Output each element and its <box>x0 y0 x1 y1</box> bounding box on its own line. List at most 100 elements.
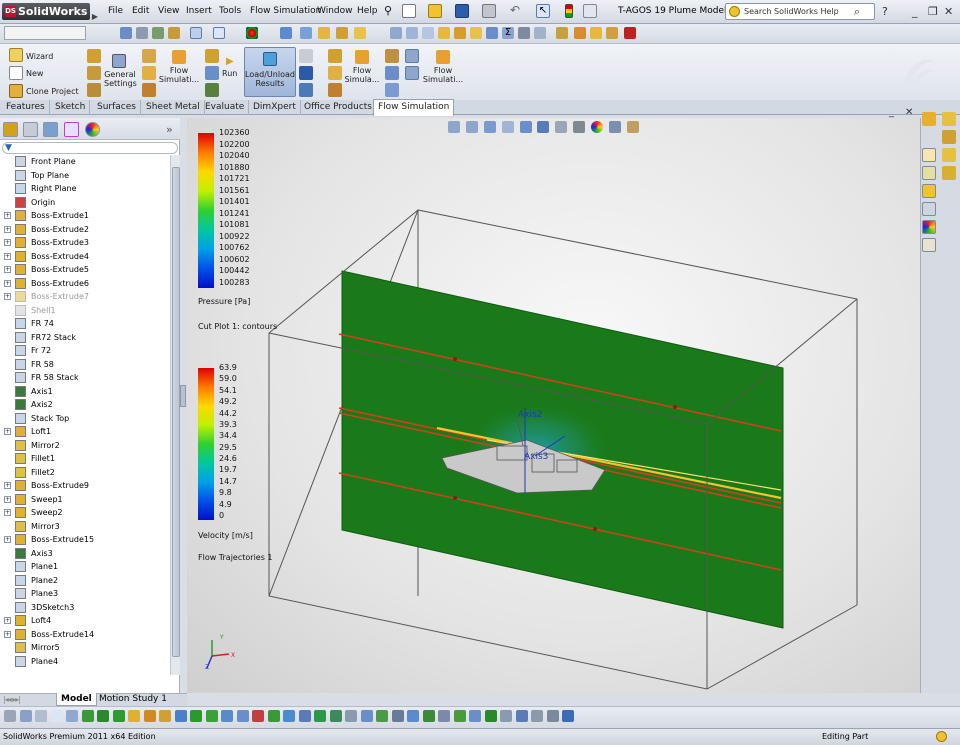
toolbar-icon-10[interactable] <box>336 27 348 39</box>
toolbar-icon-20[interactable] <box>518 27 530 39</box>
tree-item[interactable]: Origin <box>0 196 170 209</box>
sketch-tool-icon[interactable] <box>453 710 466 722</box>
tree-item[interactable]: + Boss-Extrude9 <box>0 479 170 492</box>
flow-tool-icon-8[interactable] <box>205 66 219 80</box>
tab-model[interactable]: Model <box>56 693 97 706</box>
tree-item[interactable]: Top Plane <box>0 169 170 182</box>
tree-item[interactable]: + Loft4 <box>0 614 170 627</box>
select-icon[interactable] <box>213 27 225 39</box>
toolbar-icon-16[interactable] <box>454 27 466 39</box>
wizard-icon[interactable] <box>9 48 23 62</box>
sketch-tool-icon[interactable] <box>515 710 528 722</box>
taskpane-tab-icon-3[interactable] <box>942 130 956 144</box>
tree-item[interactable]: Mirror2 <box>0 439 170 452</box>
expand-toggle-icon[interactable]: + <box>4 630 11 638</box>
sketch-tool-icon[interactable] <box>159 710 171 722</box>
sketch-tool-icon[interactable] <box>562 710 574 722</box>
tree-item[interactable]: + Boss-Extrude1 <box>0 209 170 222</box>
general-settings-icon[interactable] <box>112 54 126 68</box>
flow-tool-icon-15[interactable] <box>328 83 342 97</box>
home-icon[interactable] <box>922 148 936 162</box>
toolbar-icon-24[interactable] <box>590 27 602 39</box>
tab-dimxpert[interactable]: DimXpert <box>249 100 301 115</box>
print-icon[interactable] <box>482 4 496 18</box>
open-folder-icon[interactable] <box>428 4 442 18</box>
sketch-tool-icon[interactable] <box>112 710 125 722</box>
sketch-tool-icon[interactable] <box>376 710 388 722</box>
toolbar-icon-1[interactable] <box>120 27 132 39</box>
flow-tool-icon-9[interactable] <box>205 83 219 97</box>
load-unload-results-button[interactable]: Load/Unload Results <box>244 47 296 97</box>
tree-item[interactable]: + Boss-Extrude2 <box>0 223 170 236</box>
tab-sheet-metal[interactable]: Sheet Metal <box>142 100 205 115</box>
solidworks-logo[interactable]: DS SolidWorks ▶ <box>2 3 98 21</box>
sketch-tool-icon[interactable] <box>438 710 450 722</box>
tree-item[interactable]: Plane1 <box>0 560 170 573</box>
status-rebuild-icon[interactable] <box>936 731 947 742</box>
tree-item[interactable]: Right Plane <box>0 182 170 195</box>
sketch-tool-icon[interactable] <box>500 710 512 722</box>
sketch-tool-icon[interactable] <box>345 710 357 722</box>
tree-item[interactable]: Fillet1 <box>0 452 170 465</box>
feature-tree-filter[interactable]: ▼ <box>2 142 178 154</box>
sum-icon[interactable]: Σ <box>502 27 514 39</box>
sketch-tool-icon[interactable] <box>484 710 497 722</box>
menu-file[interactable]: File <box>108 6 123 16</box>
tree-item[interactable]: Plane4 <box>0 655 170 668</box>
sketch-tool-icon[interactable] <box>546 710 559 722</box>
sketch-tool-icon[interactable] <box>50 710 63 722</box>
expand-toggle-icon[interactable]: + <box>4 428 11 435</box>
toolbar-icon-23[interactable] <box>574 27 586 39</box>
sketch-tool-icon[interactable] <box>267 710 280 722</box>
toolbar-icon-15[interactable] <box>438 27 450 39</box>
tree-item[interactable]: Fillet2 <box>0 466 170 479</box>
taskpane-tab-icon-5[interactable] <box>942 166 956 180</box>
expand-toggle-icon[interactable]: + <box>4 617 11 624</box>
tree-item[interactable]: Axis1 <box>0 385 170 398</box>
feature-tree-scrollbar[interactable] <box>170 155 180 675</box>
viewport-close-button[interactable]: ✕ <box>905 107 913 118</box>
flow-simulation-button-1[interactable]: Flow Simulati... <box>158 66 200 84</box>
tree-item[interactable]: + Boss-Extrude7 <box>0 290 170 303</box>
flow-tool-icon-1[interactable] <box>87 49 101 63</box>
tree-item[interactable]: + Boss-Extrude15 <box>0 533 170 546</box>
property-manager-tab-icon[interactable] <box>23 122 38 137</box>
toolbar-icon-25[interactable] <box>606 27 618 39</box>
dimxpert-manager-tab-icon[interactable] <box>64 122 79 137</box>
tab-motion-study-1[interactable]: Motion Study 1 <box>95 693 171 706</box>
expand-toggle-icon[interactable]: + <box>4 239 11 246</box>
display-manager-tab-icon[interactable] <box>85 122 100 137</box>
toolbar-icon-2[interactable] <box>136 27 148 39</box>
flow-tool-icon-11[interactable] <box>299 66 313 80</box>
sketch-tool-icon[interactable] <box>190 710 202 722</box>
toolbar-icon-5[interactable] <box>190 27 202 39</box>
tree-item[interactable]: FR 58 <box>0 358 170 371</box>
tree-item[interactable]: + Boss-Extrude6 <box>0 277 170 290</box>
flow-tool-icon-13[interactable] <box>328 49 342 63</box>
clone-project-icon[interactable] <box>9 84 23 98</box>
viewport-minimize-button[interactable]: _ <box>889 107 894 118</box>
toolbar-icon-11[interactable] <box>354 27 366 39</box>
tree-item[interactable]: + Boss-Extrude14 <box>0 628 170 641</box>
select-cursor-icon[interactable]: ↖ <box>536 4 550 18</box>
expand-toggle-icon[interactable]: + <box>4 266 11 273</box>
expand-toggle-icon[interactable]: + <box>4 293 11 300</box>
flow-tool-icon-16[interactable] <box>385 49 399 63</box>
tab-office-products[interactable]: Office Products <box>300 100 377 115</box>
sketch-tool-icon[interactable] <box>407 710 419 722</box>
flow-tool-icon-5[interactable] <box>142 66 156 80</box>
flow-tool-icon-2[interactable] <box>87 66 101 80</box>
file-explorer-icon[interactable] <box>922 184 936 198</box>
taskpane-tab-icon-4[interactable] <box>942 148 956 162</box>
tree-item[interactable]: Mirror5 <box>0 641 170 654</box>
flow-tool-icon-10[interactable] <box>299 49 313 63</box>
sketch-tool-icon[interactable] <box>221 710 233 722</box>
pushpin-icon[interactable]: ⚲ <box>384 4 392 17</box>
sketch-tool-icon[interactable] <box>314 710 326 722</box>
menu-edit[interactable]: Edit <box>132 6 149 16</box>
menu-help[interactable]: Help <box>357 6 378 16</box>
flow-tool-icon-18[interactable] <box>385 83 399 97</box>
menu-view[interactable]: View <box>158 6 179 16</box>
tab-evaluate[interactable]: Evaluate <box>201 100 250 115</box>
save-icon[interactable] <box>455 4 469 18</box>
